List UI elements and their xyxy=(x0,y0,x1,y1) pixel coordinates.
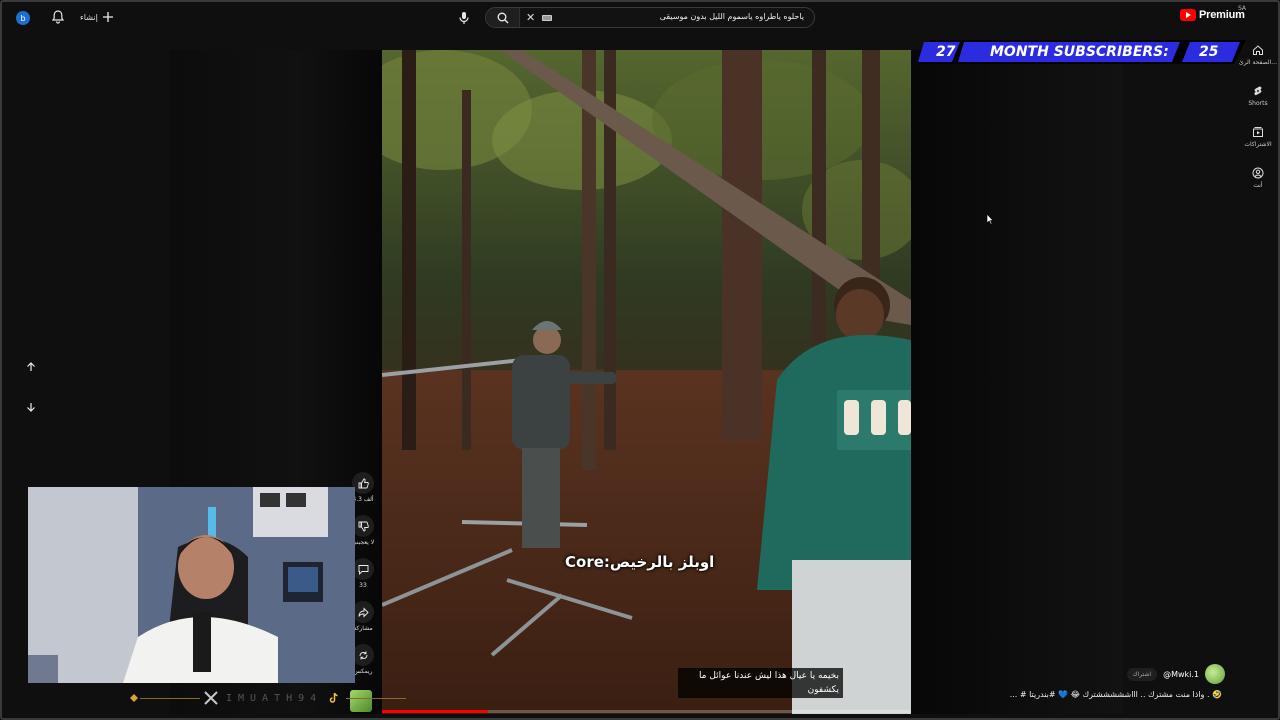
search-box[interactable]: ✕ ياحلوه ياطراوه ياسموم الليل بدون موسيق… xyxy=(485,7,815,28)
stream-handle: IMUATH94 xyxy=(226,692,323,704)
create-button[interactable]: إنشاء xyxy=(80,11,114,23)
sidebar-item-label: Shorts xyxy=(1248,100,1268,107)
keyboard-icon[interactable] xyxy=(542,15,552,21)
divider xyxy=(140,697,200,699)
remix-label: ريمكس xyxy=(353,668,373,675)
video-progress-fill xyxy=(382,710,488,713)
stream-overlay-strip: IMUATH94 xyxy=(130,689,530,707)
video-frame-image xyxy=(382,50,911,714)
subtitle-line: يكشفون xyxy=(807,685,839,695)
diamond-icon xyxy=(130,694,138,702)
create-label: إنشاء xyxy=(80,12,98,22)
video-progress-bar[interactable] xyxy=(382,710,911,713)
subtitle-line: بخيمه يا عيال هذا ليش عندنا عوائل ما xyxy=(698,671,839,681)
home-icon xyxy=(1253,45,1263,55)
arrow-up-icon xyxy=(27,362,35,371)
comments-count: 33 xyxy=(359,582,367,589)
sidebar-item-subscriptions[interactable]: الاشتراكات xyxy=(1236,122,1280,163)
short-video-player[interactable] xyxy=(382,50,911,714)
next-video-button[interactable] xyxy=(22,398,40,416)
plus-icon xyxy=(102,12,113,22)
country-code: SA xyxy=(1238,5,1247,12)
sidebar-item-shorts[interactable]: Shorts xyxy=(1236,81,1280,122)
thumbs-down-icon xyxy=(358,521,369,531)
video-caption: اوبلز بالرخيص:Core xyxy=(565,553,715,571)
bell-icon[interactable] xyxy=(50,9,66,25)
subscriber-banner: 27 MONTH SUBSCRIBERS: 25 xyxy=(918,40,1246,64)
shorts-icon xyxy=(1254,86,1262,96)
youtube-logo[interactable]: Premium SA xyxy=(1180,5,1246,21)
blurred-backdrop-right xyxy=(911,50,1123,714)
channel-info: اشتراك @Mwki.1 xyxy=(1125,664,1225,684)
video-description[interactable]: 🤣 . واذا منت مشترك .. اااشششششترك 😂 💙 #ب… xyxy=(972,690,1222,699)
you-icon xyxy=(1252,167,1264,179)
sidebar-item-you[interactable]: أنت xyxy=(1236,163,1280,204)
like-count: 4.3 ألف xyxy=(352,496,374,503)
youtube-play-icon xyxy=(1180,9,1196,21)
search-button[interactable] xyxy=(486,8,520,27)
search-icon xyxy=(497,12,508,23)
share-label: مشاركة xyxy=(353,625,373,632)
extension-icon[interactable]: b xyxy=(14,9,32,31)
channel-name[interactable]: @Mwki.1 xyxy=(1163,670,1199,679)
banner-left-number: 27 xyxy=(936,44,956,60)
webcam-overlay xyxy=(28,487,355,683)
search-input[interactable]: ياحلوه ياطراوه ياسموم الليل بدون موسيقى xyxy=(660,12,804,21)
sidebar: الصفحة الرئ... Shorts الاشتراكات أنت xyxy=(1236,40,1280,204)
subscriptions-icon xyxy=(1253,127,1263,137)
thumbs-up-icon xyxy=(358,478,369,488)
svg-text:b: b xyxy=(20,14,25,23)
sidebar-item-label: أنت xyxy=(1253,182,1263,189)
subscribe-button[interactable]: اشتراك xyxy=(1126,667,1158,681)
top-bar: b إنشاء ✕ ياحلوه ياطراوه ياسموم الليل بد… xyxy=(0,0,1280,36)
tiktok-icon xyxy=(329,692,338,703)
video-subtitle: بخيمه يا عيال هذا ليش عندنا عوائل ما يكش… xyxy=(678,668,843,698)
share-icon xyxy=(358,606,369,618)
mouse-cursor-icon xyxy=(986,210,994,229)
banner-right-number: 25 xyxy=(1199,44,1219,60)
streamer-webcam-image xyxy=(28,487,355,683)
x-logo-icon xyxy=(204,691,218,705)
mic-icon[interactable] xyxy=(458,10,470,29)
previous-video-button[interactable] xyxy=(22,358,40,376)
divider xyxy=(346,697,407,699)
comment-icon xyxy=(358,564,368,575)
remix-icon xyxy=(359,651,367,659)
clear-icon[interactable]: ✕ xyxy=(526,11,535,24)
dislike-label: لا يعجبني xyxy=(351,539,375,546)
arrow-down-icon xyxy=(27,403,35,412)
banner-text: MONTH SUBSCRIBERS: xyxy=(990,44,1169,60)
channel-avatar[interactable] xyxy=(1205,664,1225,684)
sidebar-item-label: الاشتراكات xyxy=(1244,141,1272,148)
